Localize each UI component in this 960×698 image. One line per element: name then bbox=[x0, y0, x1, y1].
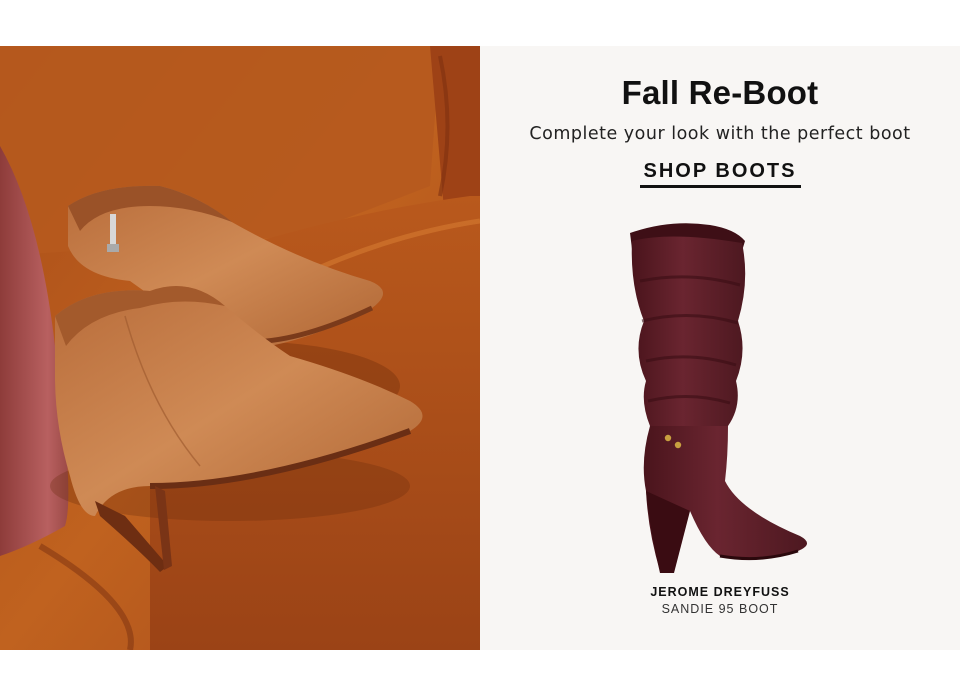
product-name: SANDIE 95 BOOT bbox=[661, 602, 779, 616]
promo-headline: Fall Re-Boot bbox=[621, 74, 819, 111]
promo-banner[interactable]: Fall Re-Boot Complete your look with the… bbox=[0, 46, 960, 650]
promo-subhead: Complete your look with the perfect boot bbox=[529, 124, 911, 144]
ankle-boots-image bbox=[0, 46, 480, 650]
product-image-link[interactable] bbox=[610, 211, 830, 581]
lifestyle-photo-ankle-boots[interactable] bbox=[0, 46, 480, 650]
shop-boots-link[interactable]: SHOP BOOTS bbox=[640, 160, 800, 183]
tall-boot-image bbox=[630, 223, 808, 573]
product-brand: JEROME DREYFUSS bbox=[650, 585, 790, 599]
promo-content-panel: Fall Re-Boot Complete your look with the… bbox=[480, 46, 960, 650]
cta-underline bbox=[640, 185, 801, 188]
